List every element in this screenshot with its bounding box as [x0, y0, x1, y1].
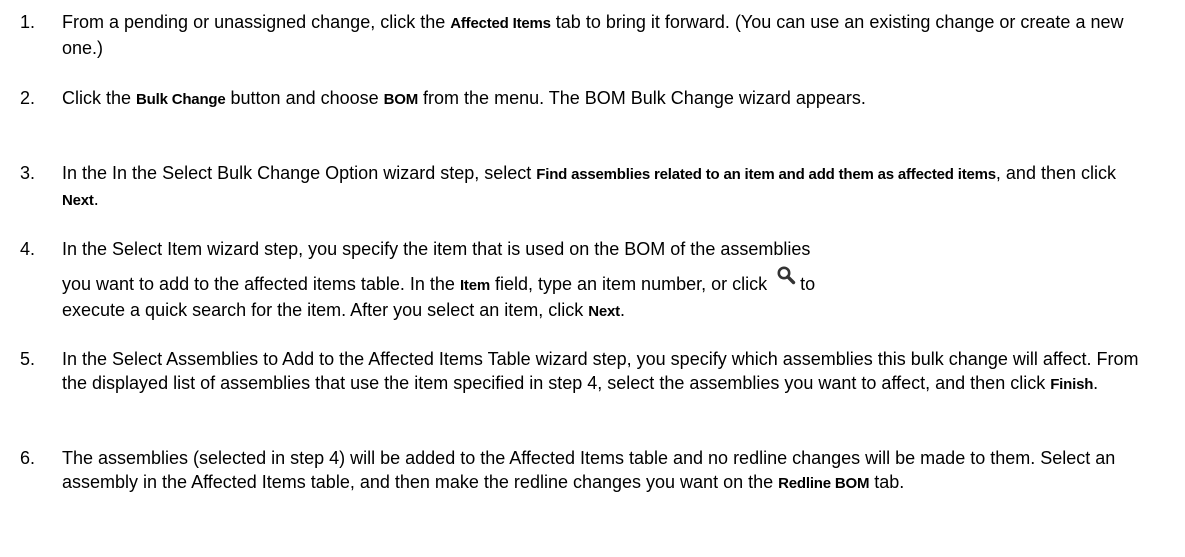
step-text: Click the Bulk Change button and choose … [62, 88, 866, 108]
search-icon [776, 266, 798, 293]
ui-term-finish: Finish [1050, 376, 1094, 393]
step-number: 5. [20, 349, 36, 369]
ui-term-redline-bom: Redline BOM [778, 475, 870, 492]
ui-term-bulk-change: Bulk Change [136, 91, 226, 108]
ui-term-bom: BOM [383, 91, 419, 108]
step-number: 6. [20, 448, 36, 468]
step-number: 3. [20, 163, 36, 183]
ui-term-next: Next [62, 192, 94, 209]
ui-term-find-assemblies-option: Find assemblies related to an item and a… [536, 166, 996, 183]
step-text: In the Select Item wizard step, you spec… [62, 239, 816, 320]
ui-term-affected-items: Affected Items [450, 15, 551, 32]
step-number: 4. [20, 239, 36, 259]
step-text: The assemblies (selected in step 4) will… [62, 448, 1116, 492]
step-text: In the Select Assemblies to Add to the A… [62, 349, 1139, 393]
step-text: In the In the Select Bulk Change Option … [62, 163, 1116, 209]
step-number: 2. [20, 88, 36, 108]
ui-term-item: Item [459, 277, 490, 294]
step-text: From a pending or unassigned change, cli… [62, 12, 1124, 58]
ui-term-next: Next [588, 303, 620, 320]
step-number: 1. [20, 12, 36, 32]
